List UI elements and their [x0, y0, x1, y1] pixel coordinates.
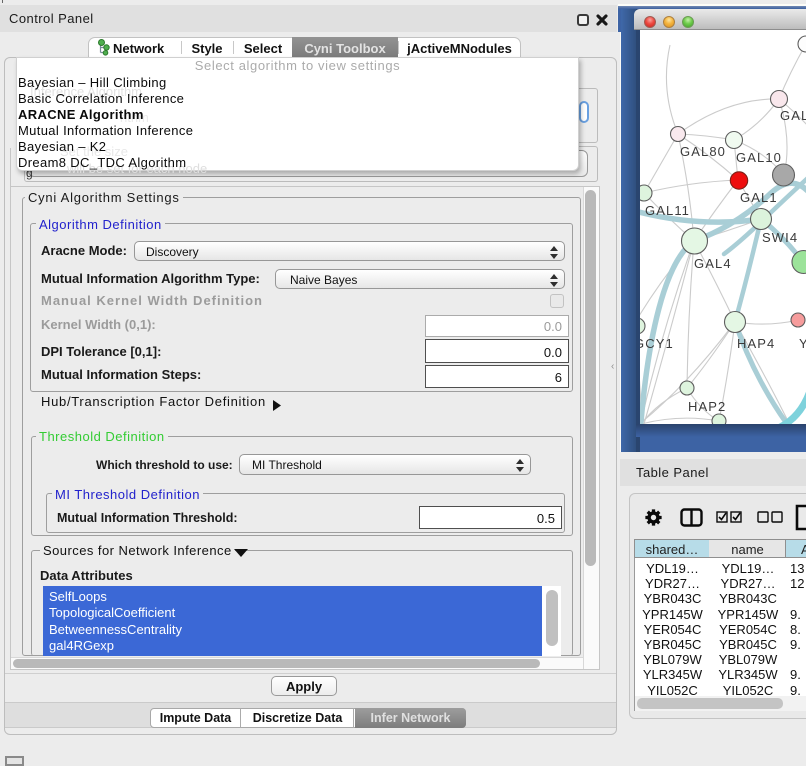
- svg-text:GAL10: GAL10: [736, 150, 782, 165]
- svg-text:Y: Y: [799, 336, 806, 351]
- svg-text:HAP2: HAP2: [688, 399, 726, 414]
- svg-text:GAL: GAL: [780, 108, 806, 123]
- svg-text:GAL11: GAL11: [645, 203, 690, 218]
- svg-text:GAL1: GAL1: [740, 190, 778, 205]
- svg-text:HAP4: HAP4: [737, 336, 775, 351]
- svg-text:GCY1: GCY1: [640, 336, 674, 351]
- svg-text:GAL80: GAL80: [680, 144, 726, 159]
- svg-text:SWI4: SWI4: [762, 230, 798, 245]
- svg-text:GAL4: GAL4: [694, 256, 732, 271]
